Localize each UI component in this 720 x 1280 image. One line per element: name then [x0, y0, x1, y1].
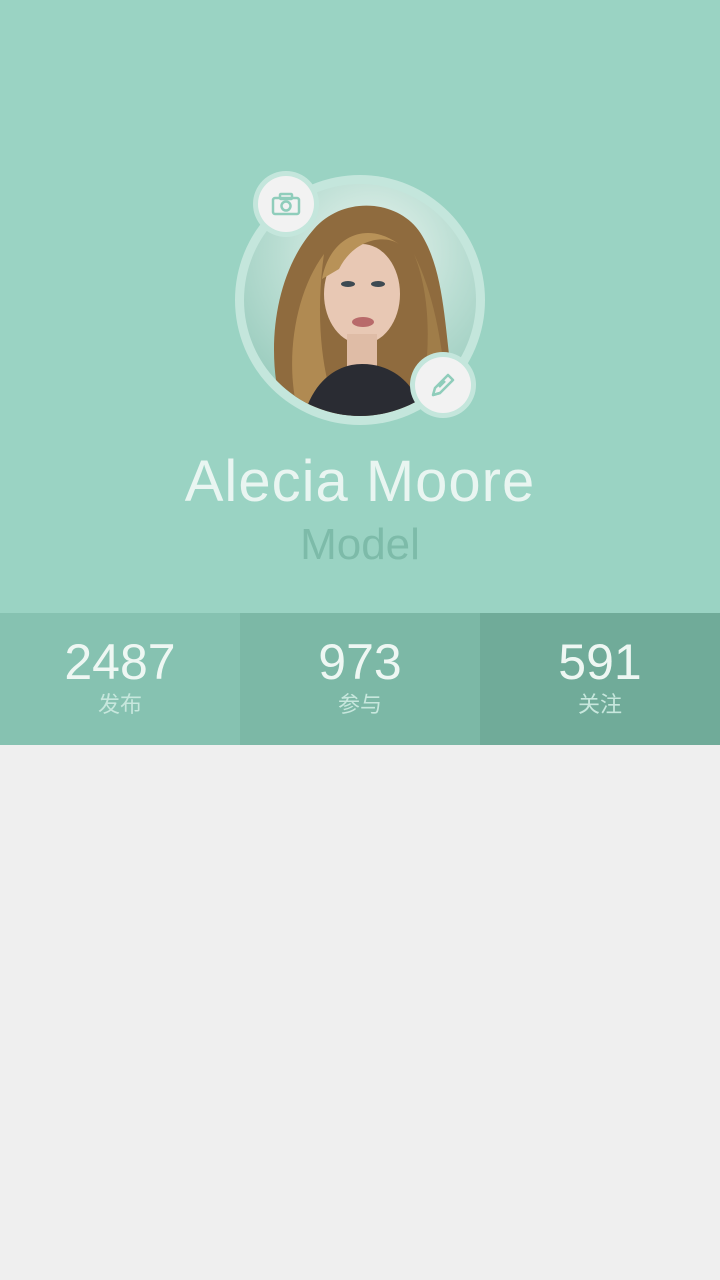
stat-value: 2487 — [64, 634, 176, 690]
camera-icon — [271, 192, 301, 216]
edit-icon — [431, 373, 455, 397]
stat-following[interactable]: 591 关注 — [480, 613, 720, 745]
stat-posts[interactable]: 2487 发布 — [0, 613, 240, 745]
profile-name: Alecia Moore — [184, 449, 536, 514]
edit-profile-button[interactable] — [410, 352, 476, 418]
profile-role: Model — [300, 520, 420, 569]
stat-participation[interactable]: 973 参与 — [240, 613, 480, 745]
stat-value: 591 — [558, 634, 642, 690]
stat-label: 发布 — [97, 692, 142, 717]
stat-label: 参与 — [337, 692, 382, 717]
profile-header: Alecia Moore Model — [0, 0, 720, 613]
stat-label: 关注 — [577, 692, 622, 717]
stat-value: 973 — [318, 634, 402, 690]
change-photo-button[interactable] — [253, 171, 319, 237]
stats-bar: 2487 发布 973 参与 591 关注 — [0, 613, 720, 745]
